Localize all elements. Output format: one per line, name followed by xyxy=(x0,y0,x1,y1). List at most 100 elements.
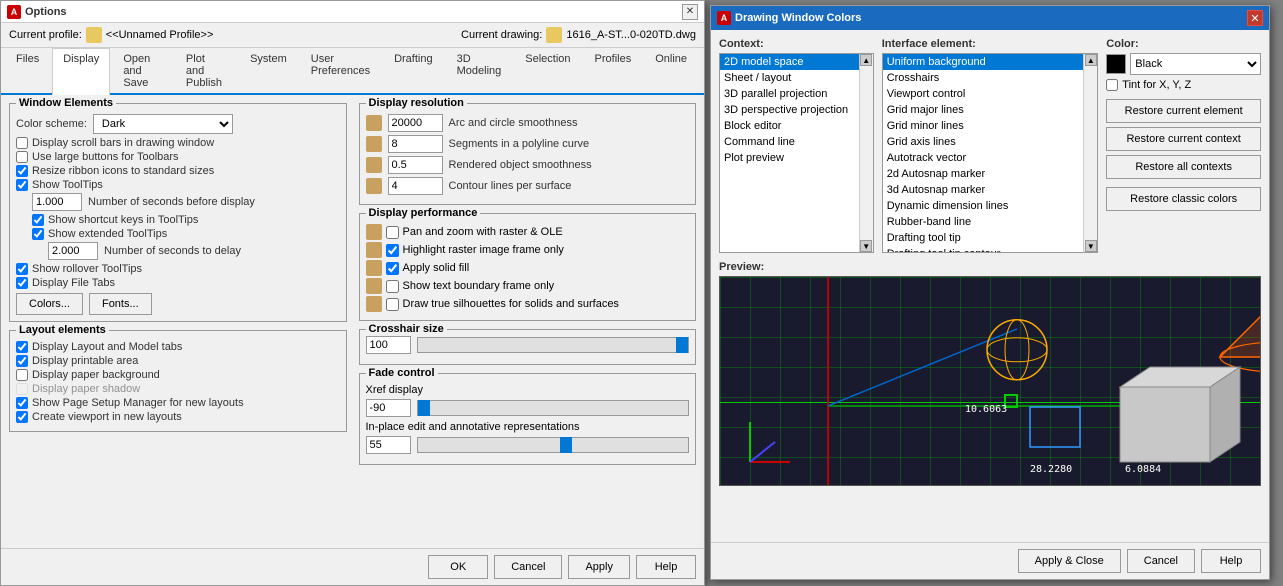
context-item-3d-parallel[interactable]: 3D parallel projection xyxy=(720,86,859,102)
scroll-bars-checkbox[interactable] xyxy=(16,137,28,149)
inplace-slider[interactable] xyxy=(417,437,690,453)
interface-item-rubber-band[interactable]: Rubber-band line xyxy=(883,214,1084,230)
colors-help-button[interactable]: Help xyxy=(1201,549,1261,573)
paper-background-checkbox[interactable] xyxy=(16,369,28,381)
interface-item-grid-axis[interactable]: Grid axis lines xyxy=(883,134,1084,150)
context-scroll-up[interactable]: ▲ xyxy=(860,54,872,66)
color-select[interactable]: Black White Red Blue xyxy=(1130,53,1261,75)
fonts-button[interactable]: Fonts... xyxy=(89,293,152,315)
xref-input[interactable] xyxy=(366,399,411,417)
context-item-3d-perspective[interactable]: 3D perspective projection xyxy=(720,102,859,118)
context-scrollbar[interactable]: ▲ ▼ xyxy=(859,54,873,252)
restore-classic-button[interactable]: Restore classic colors xyxy=(1106,187,1261,211)
rollover-tooltips-checkbox[interactable] xyxy=(16,263,28,275)
tab-drafting[interactable]: Drafting xyxy=(383,48,444,93)
interface-scroll-down[interactable]: ▼ xyxy=(1085,240,1097,252)
printable-area-checkbox[interactable] xyxy=(16,355,28,367)
page-setup-label: Show Page Setup Manager for new layouts xyxy=(32,397,244,409)
cancel-button[interactable]: Cancel xyxy=(494,555,562,579)
tab-plot-publish[interactable]: Plot and Publish xyxy=(175,48,237,93)
seconds-delay-row: Number of seconds to delay xyxy=(48,242,340,260)
colors-cancel-button[interactable]: Cancel xyxy=(1127,549,1195,573)
interface-item-dynamic-dim[interactable]: Dynamic dimension lines xyxy=(883,198,1084,214)
interface-item-3d-snap[interactable]: 3d Autosnap marker xyxy=(883,182,1084,198)
contour-input[interactable] xyxy=(388,177,443,195)
pan-zoom-row: Pan and zoom with raster & OLE xyxy=(366,224,690,240)
tab-selection[interactable]: Selection xyxy=(514,48,581,93)
interface-item-drafting-tip-contour[interactable]: Drafting tool tip contour xyxy=(883,246,1084,252)
interface-scroll-up[interactable]: ▲ xyxy=(1085,54,1097,66)
tab-open-save[interactable]: Open and Save xyxy=(112,48,173,93)
interface-item-uniform[interactable]: Uniform background xyxy=(883,54,1084,70)
resize-ribbon-checkbox[interactable] xyxy=(16,165,28,177)
context-item-sheet[interactable]: Sheet / layout xyxy=(720,70,859,86)
help-button[interactable]: Help xyxy=(636,555,696,579)
context-item-plot-preview[interactable]: Plot preview xyxy=(720,150,859,166)
silhouettes-label: Draw true silhouettes for solids and sur… xyxy=(403,298,619,310)
interface-item-autotrack[interactable]: Autotrack vector xyxy=(883,150,1084,166)
tab-3d-modeling[interactable]: 3D Modeling xyxy=(446,48,513,93)
page-setup-checkbox[interactable] xyxy=(16,397,28,409)
interface-item-grid-minor[interactable]: Grid minor lines xyxy=(883,118,1084,134)
tab-online[interactable]: Online xyxy=(644,48,698,93)
create-viewport-checkbox[interactable] xyxy=(16,411,28,423)
context-item-2d[interactable]: 2D model space xyxy=(720,54,859,70)
apply-solid-row: Apply solid fill xyxy=(366,260,690,276)
resize-ribbon-row: Resize ribbon icons to standard sizes xyxy=(16,165,340,177)
tab-profiles[interactable]: Profiles xyxy=(584,48,643,93)
context-item-block-editor[interactable]: Block editor xyxy=(720,118,859,134)
pan-zoom-checkbox[interactable] xyxy=(386,226,399,239)
text-boundary-checkbox[interactable] xyxy=(386,280,399,293)
large-buttons-checkbox[interactable] xyxy=(16,151,28,163)
apply-solid-checkbox[interactable] xyxy=(386,262,399,275)
silhouettes-checkbox[interactable] xyxy=(386,298,399,311)
tab-files[interactable]: Files xyxy=(5,48,50,93)
paper-shadow-label: Display paper shadow xyxy=(32,383,140,395)
interface-item-drafting-tip[interactable]: Drafting tool tip xyxy=(883,230,1084,246)
interface-item-crosshairs[interactable]: Crosshairs xyxy=(883,70,1084,86)
context-item-command-line[interactable]: Command line xyxy=(720,134,859,150)
rollover-tooltips-label: Show rollover ToolTips xyxy=(32,263,142,275)
restore-all-button[interactable]: Restore all contexts xyxy=(1106,155,1261,179)
seconds-before-input[interactable] xyxy=(32,193,82,211)
crosshair-slider[interactable] xyxy=(417,337,690,353)
interface-item-grid-major[interactable]: Grid major lines xyxy=(883,102,1084,118)
tab-user-preferences[interactable]: User Preferences xyxy=(300,48,381,93)
seconds-delay-input[interactable] xyxy=(48,242,98,260)
restore-element-button[interactable]: Restore current element xyxy=(1106,99,1261,123)
arc-icon xyxy=(366,115,382,131)
options-close-button[interactable]: ✕ xyxy=(682,4,698,20)
highlight-raster-checkbox[interactable] xyxy=(386,244,399,257)
tint-label: Tint for X, Y, Z xyxy=(1122,79,1191,91)
extended-tooltips-checkbox[interactable] xyxy=(32,228,44,240)
rendered-input[interactable] xyxy=(388,156,443,174)
file-tabs-checkbox[interactable] xyxy=(16,277,28,289)
svg-text:10.6063: 10.6063 xyxy=(965,404,1007,415)
crosshair-input[interactable] xyxy=(366,336,411,354)
segments-input[interactable] xyxy=(388,135,443,153)
colors-button[interactable]: Colors... xyxy=(16,293,83,315)
inplace-input[interactable] xyxy=(366,436,411,454)
tab-display[interactable]: Display xyxy=(52,48,110,95)
color-scheme-row: Color scheme: Dark Light xyxy=(16,114,340,134)
color-scheme-select[interactable]: Dark Light xyxy=(93,114,233,134)
interface-item-2d-snap[interactable]: 2d Autosnap marker xyxy=(883,166,1084,182)
options-bottom-buttons: OK Cancel Apply Help xyxy=(1,548,704,585)
arc-smoothness-input[interactable] xyxy=(388,114,443,132)
shortcut-keys-checkbox[interactable] xyxy=(32,214,44,226)
tab-system[interactable]: System xyxy=(239,48,298,93)
apply-close-button[interactable]: Apply & Close xyxy=(1018,549,1121,573)
apply-button[interactable]: Apply xyxy=(568,555,630,579)
layout-model-checkbox[interactable] xyxy=(16,341,28,353)
interface-scrollbar[interactable]: ▲ ▼ xyxy=(1083,54,1097,252)
tint-checkbox[interactable] xyxy=(1106,79,1118,91)
xref-slider[interactable] xyxy=(417,400,690,416)
rollover-tooltips-row: Show rollover ToolTips xyxy=(16,263,340,275)
contour-label: Contour lines per surface xyxy=(449,180,572,192)
interface-item-viewport[interactable]: Viewport control xyxy=(883,86,1084,102)
colors-close-button[interactable]: ✕ xyxy=(1247,10,1263,26)
show-tooltips-checkbox[interactable] xyxy=(16,179,28,191)
restore-context-button[interactable]: Restore current context xyxy=(1106,127,1261,151)
context-scroll-down[interactable]: ▼ xyxy=(860,240,872,252)
ok-button[interactable]: OK xyxy=(428,555,488,579)
